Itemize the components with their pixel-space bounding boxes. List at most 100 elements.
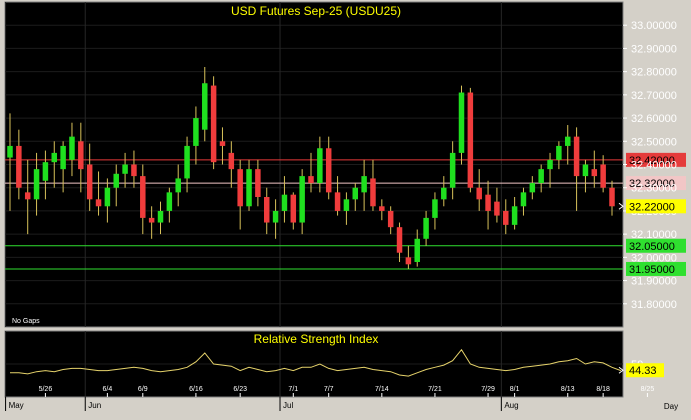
level-label: 31.95000 xyxy=(629,264,675,276)
candle-body xyxy=(202,83,208,130)
date-tick-label: 7/14 xyxy=(375,386,389,393)
candle-body xyxy=(467,92,474,188)
date-tick-label: 6/9 xyxy=(138,386,148,393)
candle-body xyxy=(299,176,305,223)
candle-body xyxy=(352,187,359,200)
candle-body xyxy=(246,169,252,207)
candle-body xyxy=(166,192,173,211)
candle-body xyxy=(556,145,562,160)
candle-body xyxy=(7,145,13,158)
date-tick-label: 7/1 xyxy=(288,386,298,393)
candle-body xyxy=(582,164,589,177)
chart-canvas: 32.4200032.3200032.0500031.95000 33.0000… xyxy=(0,0,691,415)
candle-body xyxy=(396,227,403,253)
date-tick-label: 8/25 xyxy=(641,386,655,393)
date-tick-label: 5/26 xyxy=(39,386,53,393)
month-label: May xyxy=(9,401,24,410)
candle-body xyxy=(449,152,456,188)
candle-body xyxy=(405,257,412,265)
price-tick-label: 32.30000 xyxy=(631,183,677,195)
month-label: Jun xyxy=(88,401,101,410)
candle-body xyxy=(290,194,297,223)
candle-body xyxy=(95,199,102,207)
candle-body xyxy=(237,169,243,207)
candle-body xyxy=(104,187,111,207)
candle-body xyxy=(228,152,235,170)
date-tick-label: 7/21 xyxy=(428,386,442,393)
candle-body xyxy=(458,92,465,153)
candle-body xyxy=(175,178,181,193)
date-tick-label: 6/4 xyxy=(103,386,113,393)
price-tick-label: 32.60000 xyxy=(631,113,677,125)
candle-body xyxy=(564,136,571,146)
candle-body xyxy=(42,162,49,181)
candle-body xyxy=(86,164,93,200)
candle-body xyxy=(113,173,119,188)
candle-body xyxy=(193,118,199,146)
date-tick-label: 7/7 xyxy=(324,386,334,393)
date-tick-label: 7/29 xyxy=(481,386,495,393)
price-tick-label: 32.10000 xyxy=(631,229,677,241)
candle-body xyxy=(69,136,75,160)
candle-body xyxy=(387,210,394,228)
candle-body xyxy=(308,176,314,184)
rsi-chart-title: Relative Strength Index xyxy=(254,332,379,346)
candle-body xyxy=(361,176,367,193)
price-tick-label: 32.40000 xyxy=(631,160,677,172)
candle-body xyxy=(529,183,536,193)
chart-window: 32.42000 32.32000 32.05000 31.95000 33.0000… xyxy=(0,0,691,415)
price-tick-label: 33.00000 xyxy=(631,20,677,32)
x-axis-unit: Day xyxy=(664,402,678,411)
candle-body xyxy=(131,164,137,177)
candle-body xyxy=(33,169,40,200)
date-tick-label: 8/13 xyxy=(561,386,575,393)
candle-body xyxy=(573,136,580,177)
candle-body xyxy=(281,194,288,211)
price-chart-title: USD Futures Sep-25 (USDU25) xyxy=(231,4,401,18)
candle-body xyxy=(78,141,84,170)
candle-body xyxy=(317,148,323,184)
candle-body xyxy=(476,187,482,200)
month-label: Jul xyxy=(283,401,293,410)
candle-body xyxy=(414,238,420,262)
candle-body xyxy=(609,187,615,207)
candle-body xyxy=(379,206,385,211)
date-tick-label: 8/18 xyxy=(596,386,610,393)
candle-body xyxy=(547,159,553,170)
price-tick-label: 31.90000 xyxy=(631,276,677,288)
candle-body xyxy=(485,194,491,211)
candle-body xyxy=(51,152,58,163)
candle-body xyxy=(370,178,376,207)
candle-body xyxy=(591,169,598,177)
candle-body xyxy=(494,201,500,216)
price-tick-label: 32.70000 xyxy=(631,90,677,102)
candle-body xyxy=(423,217,429,239)
price-tick-label: 31.80000 xyxy=(631,299,677,311)
candle-body xyxy=(334,192,341,211)
candle-body xyxy=(184,145,190,179)
candle-body xyxy=(157,210,164,223)
rsi-last-label: 44.33 xyxy=(629,365,657,377)
candle-body xyxy=(16,145,22,188)
candle-body xyxy=(600,164,606,188)
candle-body xyxy=(210,85,217,163)
candle-body xyxy=(272,210,279,223)
candle-body xyxy=(538,169,544,184)
candle-body xyxy=(24,192,31,200)
price-tick-label: 32.00000 xyxy=(631,252,677,264)
candle-body xyxy=(122,164,128,174)
candle-body xyxy=(503,210,509,225)
candle-body xyxy=(219,141,226,146)
candle-body xyxy=(325,148,332,193)
date-tick-label: 6/23 xyxy=(233,386,247,393)
month-label: Aug xyxy=(504,401,518,410)
candle-body xyxy=(520,192,527,207)
candle-body xyxy=(441,187,447,200)
candle-body xyxy=(60,145,66,170)
candle-body xyxy=(343,199,350,211)
price-tick-label: 32.80000 xyxy=(631,67,677,79)
no-gaps-note: No Gaps xyxy=(12,318,40,325)
level-label: 32.05000 xyxy=(629,241,675,253)
date-tick-label: 8/1 xyxy=(510,386,520,393)
candle-body xyxy=(263,197,270,223)
